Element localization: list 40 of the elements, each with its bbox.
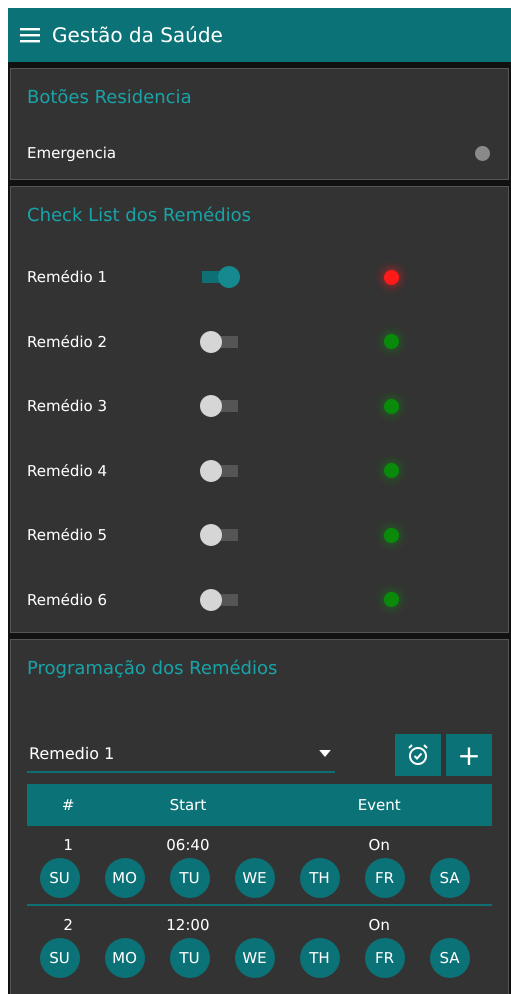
item-label: Remédio 2 <box>27 332 108 351</box>
item-label: Remédio 5 <box>27 526 108 544</box>
day-toggle[interactable]: SU <box>40 938 80 978</box>
caret-icon <box>318 750 331 756</box>
day-toggle[interactable]: FR <box>364 858 404 898</box>
section-title: Check List dos Remédios <box>27 204 252 228</box>
table-cell-text: On <box>368 916 391 934</box>
column-header: Event <box>356 796 402 814</box>
add-button[interactable]: + <box>446 734 492 776</box>
menu-icon[interactable] <box>20 27 40 43</box>
section-title: Botões Residencia <box>27 86 193 110</box>
column-header: # <box>60 796 76 814</box>
day-toggle[interactable]: FR <box>364 938 404 978</box>
day-toggle[interactable]: TU <box>170 858 210 898</box>
day-toggle[interactable]: MO <box>104 938 144 978</box>
table-cell-text: 2 <box>62 916 74 934</box>
section-title: Programação dos Remédios <box>27 657 278 681</box>
item-label: Remédio 4 <box>27 462 108 480</box>
day-toggle[interactable]: WE <box>234 858 274 898</box>
alarm-clock-icon <box>406 743 430 767</box>
column-header: Start <box>168 796 208 814</box>
day-toggle[interactable]: SA <box>430 858 470 898</box>
table-cell-text: 1 <box>62 836 74 854</box>
alarm-button[interactable] <box>394 734 441 776</box>
table-cell-text: On <box>368 836 391 854</box>
table-cell-text: 06:40 <box>165 836 210 854</box>
day-toggle[interactable]: TU <box>170 938 210 978</box>
item-label: Remédio 3 <box>27 397 108 416</box>
day-toggle[interactable]: MO <box>104 858 144 898</box>
item-label: Remédio 1 <box>27 268 108 286</box>
day-toggle[interactable]: TH <box>300 938 340 978</box>
day-toggle[interactable]: SA <box>430 938 470 978</box>
app-title: Gestão da Saúde <box>52 23 223 47</box>
day-toggle[interactable]: SU <box>40 858 80 898</box>
select-field[interactable]: Remedio 1 <box>27 738 335 772</box>
table-cell-text: 12:00 <box>165 916 210 934</box>
day-toggle[interactable]: TH <box>300 858 340 898</box>
day-toggle[interactable]: WE <box>234 938 274 978</box>
item-label: Remédio 6 <box>27 590 108 609</box>
item-label: Emergencia <box>27 144 116 162</box>
